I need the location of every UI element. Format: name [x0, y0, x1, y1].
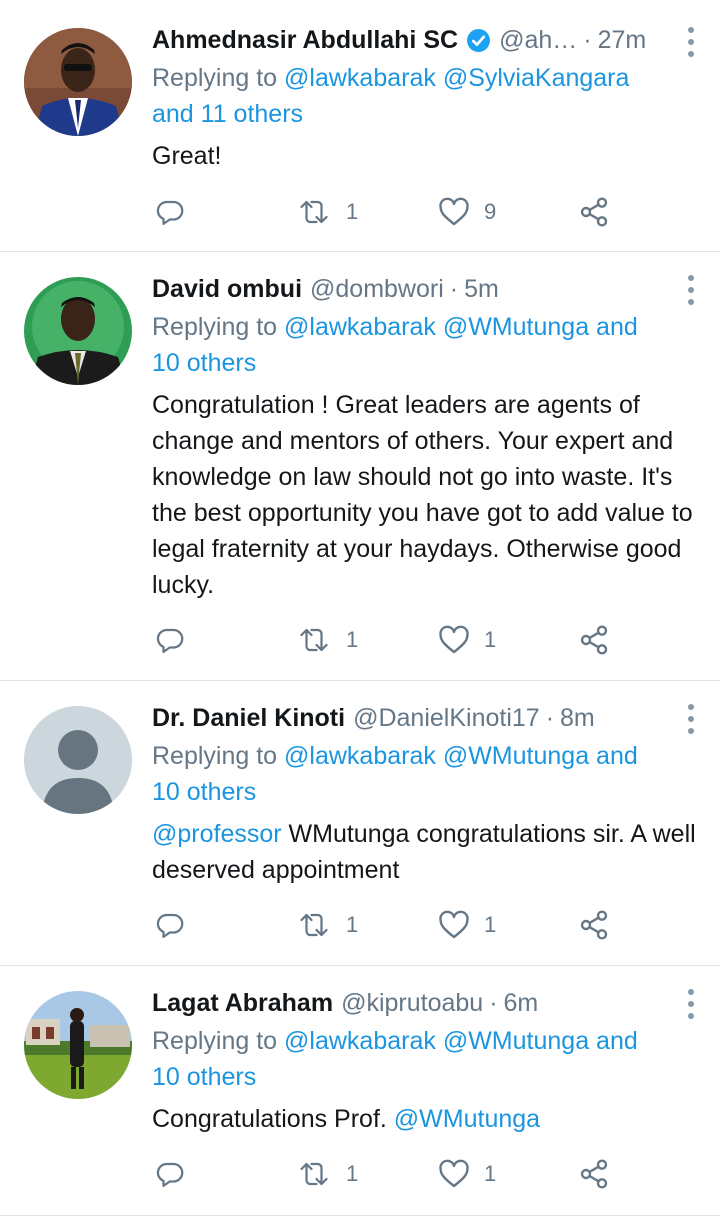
reply-icon	[156, 628, 184, 653]
reply-icon	[156, 913, 184, 938]
more-icon[interactable]	[688, 27, 694, 57]
replying-to-label: Replying to	[152, 742, 278, 770]
like-icon	[439, 197, 469, 226]
like-button[interactable]: 9	[438, 192, 496, 232]
tweet-text: Great!	[152, 142, 222, 170]
mention-link[interactable]: @lawkabarak	[284, 742, 436, 770]
reply-button[interactable]	[156, 905, 186, 945]
timestamp[interactable]: 27m	[598, 26, 647, 55]
retweet-count: 1	[346, 1161, 359, 1186]
more-icon[interactable]	[688, 989, 694, 1019]
retweet-button[interactable]: 1	[296, 192, 358, 232]
retweet-count: 1	[346, 627, 359, 652]
share-icon	[580, 910, 608, 940]
verified-badge-icon	[466, 28, 491, 53]
replying-to: Replying to @lawkabarak @WMutunga and 10…	[152, 309, 708, 381]
reply-button[interactable]	[156, 1154, 186, 1194]
separator-dot: ·	[545, 703, 555, 732]
avatar[interactable]	[24, 991, 132, 1099]
reply-button[interactable]	[156, 620, 186, 660]
share-button[interactable]	[578, 905, 610, 945]
others-link[interactable]: 10 others	[152, 778, 256, 806]
mention-link[interactable]: @WMutunga and	[443, 313, 638, 341]
separator-dot: ·	[489, 988, 498, 1017]
share-icon	[580, 625, 608, 655]
retweet-button[interactable]: 1	[296, 620, 358, 660]
tweet-text: Congratulations Prof. @WMutunga	[152, 1101, 708, 1137]
reply-button[interactable]	[156, 192, 186, 232]
share-button[interactable]	[578, 620, 610, 660]
tweet[interactable]: Ahmednasir Abdullahi SC @ah… · 27m Reply…	[0, 0, 720, 252]
tweet[interactable]: Lagat Abraham @kiprutoabu · 6m Replying …	[0, 966, 720, 1216]
mention-link[interactable]: @SylviaKangara	[443, 64, 630, 92]
like-icon	[439, 1159, 469, 1188]
share-icon	[580, 1159, 608, 1189]
like-button[interactable]: 1	[438, 1154, 496, 1194]
like-count: 9	[484, 199, 497, 224]
avatar[interactable]	[24, 277, 132, 385]
replying-to-label: Replying to	[152, 64, 278, 92]
timestamp[interactable]: 6m	[504, 989, 539, 1018]
mention-link[interactable]: @lawkabarak	[284, 64, 436, 92]
more-icon[interactable]	[688, 704, 694, 734]
retweet-icon	[300, 913, 328, 937]
replying-to: Replying to @lawkabarak @WMutunga and 10…	[152, 1023, 708, 1095]
replying-to: Replying to @lawkabarak @SylviaKangara a…	[152, 60, 708, 132]
retweet-count: 1	[346, 912, 359, 937]
retweet-icon	[300, 628, 328, 652]
replying-to-label: Replying to	[152, 1027, 278, 1055]
retweet-icon	[300, 200, 328, 224]
handle[interactable]: @dombwori	[310, 275, 444, 304]
others-link[interactable]: 10 others	[152, 349, 256, 377]
retweet-button[interactable]: 1	[296, 1154, 358, 1194]
display-name[interactable]: Lagat Abraham	[152, 989, 333, 1018]
like-button[interactable]: 1	[438, 905, 496, 945]
like-count: 1	[484, 912, 497, 937]
retweet-button[interactable]: 1	[296, 905, 358, 945]
mention-link[interactable]: @lawkabarak	[284, 313, 436, 341]
replying-to-label: Replying to	[152, 313, 278, 341]
others-link[interactable]: 10 others	[152, 1063, 256, 1091]
mention-link[interactable]: @WMutunga and	[443, 1027, 638, 1055]
mention-link[interactable]: @WMutunga	[394, 1105, 540, 1133]
timestamp[interactable]: 5m	[464, 275, 499, 304]
avatar[interactable]	[24, 706, 132, 814]
retweet-icon	[300, 1162, 328, 1186]
separator-dot: ·	[449, 274, 459, 303]
mention-link[interactable]: @professor	[152, 820, 282, 848]
mention-link[interactable]: @WMutunga and	[443, 742, 638, 770]
more-icon[interactable]	[688, 275, 694, 305]
handle[interactable]: @kiprutoabu	[341, 989, 483, 1018]
like-icon	[439, 625, 469, 654]
share-button[interactable]	[578, 192, 610, 232]
tweet-text: Congratulation ! Great leaders are agent…	[152, 391, 693, 599]
display-name[interactable]: David ombui	[152, 275, 302, 304]
timestamp[interactable]: 8m	[560, 704, 595, 733]
tweet-text: @professor WMutunga congratulations sir.…	[152, 816, 708, 888]
reply-icon	[156, 1162, 184, 1187]
display-name[interactable]: Ahmednasir Abdullahi SC	[152, 26, 458, 55]
like-count: 1	[484, 1161, 497, 1186]
handle[interactable]: @DanielKinoti17	[353, 704, 540, 733]
tweet-text-body: Congratulations Prof.	[152, 1105, 394, 1133]
handle[interactable]: @ah…	[499, 26, 577, 55]
share-button[interactable]	[578, 1154, 610, 1194]
like-icon	[439, 910, 469, 939]
others-link[interactable]: and 11 others	[152, 100, 303, 128]
avatar[interactable]	[24, 28, 132, 136]
retweet-count: 1	[346, 199, 359, 224]
tweet[interactable]: David ombui @dombwori · 5m Replying to @…	[0, 252, 720, 681]
like-button[interactable]: 1	[438, 620, 496, 660]
replying-to: Replying to @lawkabarak @WMutunga and 10…	[152, 738, 708, 810]
tweet[interactable]: Dr. Daniel Kinoti @DanielKinoti17 · 8m R…	[0, 681, 720, 966]
separator-dot: ·	[583, 25, 592, 54]
reply-icon	[156, 200, 184, 225]
mention-link[interactable]: @lawkabarak	[284, 1027, 436, 1055]
display-name[interactable]: Dr. Daniel Kinoti	[152, 704, 345, 733]
like-count: 1	[484, 627, 497, 652]
share-icon	[580, 197, 608, 227]
